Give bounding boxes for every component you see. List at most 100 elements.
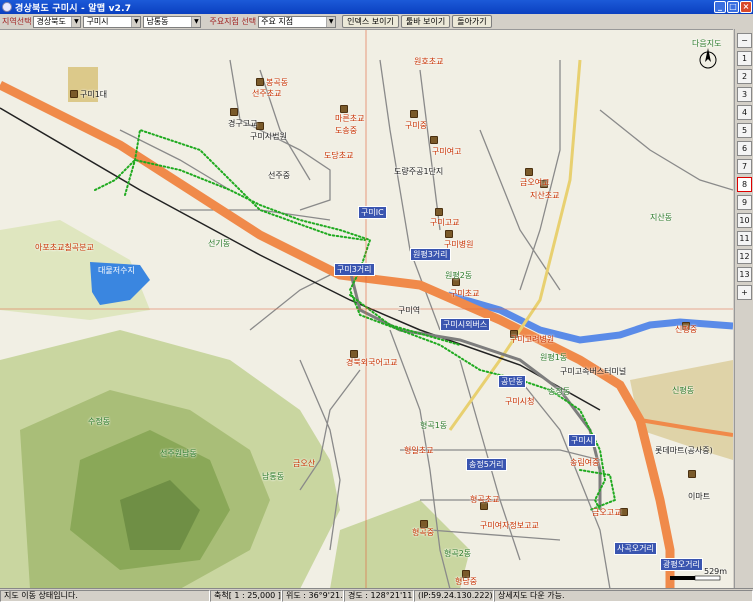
zoom-level-1[interactable]: 1 <box>737 51 752 66</box>
compass-icon <box>699 48 717 69</box>
window-title: 경상북도 구미시 - 알맵 v2.7 <box>15 3 132 14</box>
poi-marker[interactable] <box>230 108 238 116</box>
map-label: 대물저수지 <box>98 266 135 275</box>
poi-marker[interactable] <box>430 136 438 144</box>
app-icon <box>2 2 12 12</box>
scale-text: 529m <box>704 567 728 576</box>
map-label: 봉곡동 <box>266 78 289 87</box>
zoom-out-button[interactable]: − <box>737 33 752 48</box>
map-label: 도량주공1단지 <box>394 167 444 176</box>
map-label: 구미고속버스터미널 <box>560 367 627 376</box>
zoom-level-12[interactable]: 12 <box>737 249 752 264</box>
map-label: 선기동 <box>208 239 231 248</box>
zoom-level-9[interactable]: 9 <box>737 195 752 210</box>
map-label: 구미여고 <box>432 147 462 156</box>
map-label: 이마트 <box>688 492 711 501</box>
status-scale: 축척[ 1 : 25,000 ] <box>210 589 282 602</box>
poi-marker[interactable] <box>688 470 696 478</box>
map-label: 송정동 <box>548 387 571 396</box>
maximize-button[interactable]: □ <box>727 1 739 13</box>
map-label: 원평1동 <box>540 353 568 362</box>
zoom-level-13[interactable]: 13 <box>737 267 752 282</box>
map-label: 마른초교 <box>335 114 365 123</box>
map-label: 형일초교 <box>404 446 434 455</box>
map-label: 구미시 <box>568 434 597 447</box>
poi-marker[interactable] <box>410 110 418 118</box>
chevron-down-icon: ▼ <box>191 16 201 27</box>
zoom-level-2[interactable]: 2 <box>737 69 752 84</box>
map-label: 형곡2동 <box>444 549 472 558</box>
map-canvas <box>0 30 733 588</box>
map-view[interactable]: 구미1대 봉곡동 선주초교 경구고교 구미시법원 선주중 원호초교 마른초교 도… <box>0 29 733 588</box>
poi-marker[interactable] <box>340 105 348 113</box>
map-label: 신평동 <box>672 386 695 395</box>
mountain-area <box>330 500 470 588</box>
zoom-level-4[interactable]: 4 <box>737 105 752 120</box>
map-label: 형곡중 <box>412 528 435 537</box>
zoom-level-5[interactable]: 5 <box>737 123 752 138</box>
map-label: 구미IC <box>358 206 387 219</box>
province-select[interactable]: 경상북도 ▼ <box>33 15 82 28</box>
city-select[interactable]: 구미시 ▼ <box>83 15 142 28</box>
show-toolbar-button[interactable]: 툴바 보이기 <box>400 15 451 28</box>
map-label: 선주초교 <box>252 89 282 98</box>
status-latitude: 위도 : 36°9'21.79" <box>282 589 344 602</box>
map-label: 롯데마트(공사중) <box>655 446 713 455</box>
poi-marker[interactable] <box>256 78 264 86</box>
map-label: 도송중 <box>335 126 358 135</box>
map-label: 금오여고 <box>520 178 550 187</box>
map-label: 송림여중 <box>570 458 600 467</box>
map-label: 선주원남동 <box>160 449 197 458</box>
map-label: 형곡1동 <box>420 421 448 430</box>
map-label: 수정동 <box>88 417 111 426</box>
status-ip: (IP:59.24.130.222) <box>414 589 494 602</box>
map-label: 구미역 <box>398 306 421 315</box>
map-label: 형남중 <box>455 577 478 586</box>
go-back-button[interactable]: 돌아가기 <box>452 15 492 28</box>
map-label: 남통동 <box>262 472 285 481</box>
map-label: 구미3거리 <box>334 263 375 276</box>
zoom-level-11[interactable]: 11 <box>737 231 752 246</box>
zoom-level-3[interactable]: 3 <box>737 87 752 102</box>
title-bar: 경상북도 구미시 - 알맵 v2.7 _ □ × <box>0 0 753 14</box>
app-window: 경상북도 구미시 - 알맵 v2.7 _ □ × 지역선택 경상북도 ▼ 구미시 ▼… <box>0 0 753 602</box>
map-label: 지산동 <box>650 213 673 222</box>
poi-marker[interactable] <box>70 90 78 98</box>
status-bar: 지도 이동 상태입니다. 축척[ 1 : 25,000 ] 위도 : 36°9'… <box>0 588 753 602</box>
map-legend-label: 다음지도 <box>692 39 722 48</box>
minimize-button[interactable]: _ <box>714 1 726 13</box>
status-message: 지도 이동 상태입니다. <box>0 589 210 602</box>
region-label: 지역선택 <box>2 17 32 26</box>
map-label: 아포초교칠곡분교 <box>35 243 94 252</box>
map-label: 형곡초교 <box>470 495 500 504</box>
zoom-in-button[interactable]: + <box>737 285 752 300</box>
map-label: 광평오거리 <box>660 558 703 571</box>
map-label: 구미시외버스 <box>440 318 491 331</box>
status-hint: 상세지도 다운 가능. <box>494 589 753 602</box>
map-label: 구미중 <box>405 121 428 130</box>
close-button[interactable]: × <box>740 1 752 13</box>
chevron-down-icon: ▼ <box>326 16 336 27</box>
chevron-down-icon: ▼ <box>71 16 81 27</box>
toolbar: 지역선택 경상북도 ▼ 구미시 ▼ 남통동 ▼ 주요지점 선택 주요 지점 ▼ 인덱스 … <box>0 14 753 29</box>
zoom-level-7[interactable]: 7 <box>737 159 752 174</box>
poi-marker[interactable] <box>445 230 453 238</box>
zoom-level-6[interactable]: 6 <box>737 141 752 156</box>
map-label: 선주중 <box>268 171 291 180</box>
map-label: 도당초교 <box>324 151 354 160</box>
show-index-button[interactable]: 인덱스 보이기 <box>342 15 399 28</box>
poi-select[interactable]: 주요 지점 ▼ <box>258 15 337 28</box>
map-label: 경북외국어고교 <box>346 358 398 367</box>
scale-bar <box>670 575 721 581</box>
map-label: 구미여자정보고교 <box>480 521 539 530</box>
map-label: 구미시법원 <box>250 132 287 141</box>
poi-marker[interactable] <box>435 208 443 216</box>
district-select[interactable]: 남통동 ▼ <box>143 15 202 28</box>
map-label: 금오고교 <box>592 508 622 517</box>
zoom-level-10[interactable]: 10 <box>737 213 752 228</box>
map-label: 원평3거리 <box>410 248 451 261</box>
zoom-level-8[interactable]: 8 <box>737 177 752 192</box>
poi-marker[interactable] <box>525 168 533 176</box>
map-label: 구미초교 <box>450 289 480 298</box>
map-label: 신평중 <box>675 325 698 334</box>
